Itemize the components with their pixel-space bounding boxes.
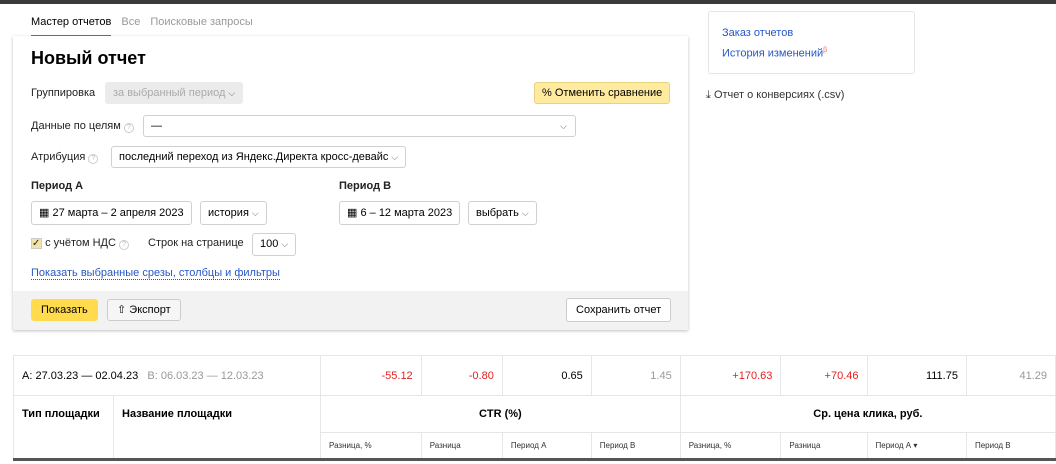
summary-cell: 0.65 bbox=[501, 355, 592, 396]
goals-label: Данные по целям? bbox=[31, 120, 134, 133]
calendar-icon: ▦ bbox=[347, 207, 358, 219]
col-cpc-period-b[interactable]: Период В bbox=[965, 432, 1056, 460]
show-selected-link[interactable]: Показать выбранные срезы, столбцы и филь… bbox=[31, 267, 280, 280]
goals-label-text: Данные по целям bbox=[31, 120, 121, 132]
tabs: Мастер отчетов Все Поисковые запросы bbox=[31, 16, 253, 37]
vat-checkbox[interactable]: ✓ с учётом НДС? bbox=[31, 237, 129, 250]
period-b-dates: 6 – 12 марта 2023 bbox=[360, 207, 453, 219]
attribution-label: Атрибуция? bbox=[31, 151, 99, 164]
col-platform-name[interactable]: Название площадки bbox=[113, 395, 321, 460]
card-footer: Показать ⇧ Экспорт Сохранить отчет bbox=[13, 291, 688, 330]
report-orders-link[interactable]: Заказ отчетов bbox=[722, 27, 793, 39]
summary-cell: 1.45 bbox=[590, 355, 681, 396]
chevron-down-icon: ⌵ bbox=[251, 208, 259, 218]
col-ctr-diff-pct[interactable]: Разница, % bbox=[320, 432, 422, 460]
checkmark-icon: ✓ bbox=[31, 238, 42, 249]
summary-cell: -55.12 bbox=[320, 355, 422, 396]
chevron-down-icon: ⌵ bbox=[560, 121, 567, 131]
attribution-label-text: Атрибуция bbox=[31, 151, 86, 163]
show-button[interactable]: Показать bbox=[31, 299, 98, 321]
group-cpc: Ср. цена клика, руб. bbox=[679, 395, 1056, 433]
chevron-down-icon: ⌵ bbox=[228, 88, 236, 98]
rows-select[interactable]: 100 ⌵ bbox=[252, 233, 297, 256]
top-bar bbox=[0, 0, 1056, 4]
change-history-link[interactable]: История измененийβ bbox=[722, 47, 827, 60]
tab-all[interactable]: Все bbox=[121, 16, 140, 37]
help-icon[interactable]: ? bbox=[118, 240, 129, 250]
period-b-mode: выбрать bbox=[476, 207, 519, 219]
period-a-label: Период А bbox=[31, 180, 84, 192]
cancel-compare-button[interactable]: % Отменить сравнение bbox=[534, 82, 671, 104]
summary-row: А: 27.03.23 — 02.04.23 В: 06.03.23 — 12.… bbox=[13, 355, 1056, 396]
attribution-select[interactable]: последний переход из Яндекс.Директа крос… bbox=[111, 146, 407, 168]
grouping-value: за выбранный период bbox=[113, 87, 226, 99]
export-button[interactable]: ⇧ Экспорт bbox=[107, 299, 181, 321]
beta-badge: β bbox=[823, 47, 828, 54]
help-icon[interactable]: ? bbox=[123, 123, 134, 133]
col-ctr-period-b[interactable]: Период В bbox=[590, 432, 681, 460]
period-a-mode-select[interactable]: история ⌵ bbox=[200, 201, 267, 225]
download-icon: ⤓ bbox=[706, 89, 711, 101]
page-title: Новый отчет bbox=[31, 48, 146, 68]
percent-icon: % bbox=[542, 87, 552, 99]
period-b-date-picker[interactable]: ▦ 6 – 12 марта 2023 bbox=[339, 201, 461, 225]
export-label: Экспорт bbox=[129, 304, 171, 316]
col-ctr-diff[interactable]: Разница bbox=[420, 432, 503, 460]
summary-cell: +170.63 bbox=[679, 355, 782, 396]
side-links-panel: Заказ отчетов История измененийβ bbox=[708, 11, 915, 74]
chevron-down-icon: ⌵ bbox=[521, 208, 529, 218]
period-a-date-picker[interactable]: ▦ 27 марта – 2 апреля 2023 bbox=[31, 201, 192, 225]
rows-value: 100 bbox=[260, 238, 279, 250]
change-history-label: История изменений bbox=[722, 47, 824, 60]
col-cpc-diff-pct[interactable]: Разница, % bbox=[679, 432, 782, 460]
col-cpc-diff[interactable]: Разница bbox=[780, 432, 868, 460]
summary-cell: +70.46 bbox=[780, 355, 868, 396]
summary-period-a: А: 27.03.23 — 02.04.23 bbox=[22, 369, 139, 382]
summary-cell: -0.80 bbox=[420, 355, 503, 396]
period-b-label: Период В bbox=[339, 180, 392, 192]
period-a-mode: история bbox=[208, 207, 249, 219]
group-ctr: CTR (%) bbox=[320, 395, 681, 433]
goals-value: — bbox=[151, 120, 162, 132]
cancel-compare-label: Отменить сравнение bbox=[554, 87, 663, 99]
calendar-icon: ▦ bbox=[39, 207, 50, 219]
report-card: Новый отчет Группировка за выбранный пер… bbox=[13, 36, 688, 330]
grouping-select[interactable]: за выбранный период ⌵ bbox=[105, 82, 244, 104]
attribution-value: последний переход из Яндекс.Директа крос… bbox=[119, 151, 389, 163]
help-icon[interactable]: ? bbox=[88, 154, 99, 164]
summary-cell: 111.75 bbox=[866, 355, 967, 396]
tab-report-master[interactable]: Мастер отчетов bbox=[31, 16, 112, 37]
goals-select[interactable]: — ⌵ bbox=[143, 115, 576, 137]
period-a-dates: 27 марта – 2 апреля 2023 bbox=[52, 207, 184, 219]
vat-label: с учётом НДС bbox=[45, 237, 116, 249]
col-platform-type[interactable]: Тип площадки bbox=[13, 395, 114, 460]
summary-period-b: В: 06.03.23 — 12.03.23 bbox=[147, 369, 264, 382]
summary-periods: А: 27.03.23 — 02.04.23 В: 06.03.23 — 12.… bbox=[13, 355, 321, 396]
summary-cell: 41.29 bbox=[965, 355, 1056, 396]
conversions-csv-link[interactable]: ⤓ Отчет о конверсиях (.csv) bbox=[706, 89, 844, 102]
col-cpc-period-a[interactable]: Период А ▾ bbox=[866, 432, 967, 460]
chevron-down-icon: ⌵ bbox=[391, 152, 399, 162]
save-report-button[interactable]: Сохранить отчет bbox=[566, 298, 672, 322]
header-row: Тип площадки Название площадки CTR (%) С… bbox=[13, 395, 1056, 460]
csv-label: Отчет о конверсиях (.csv) bbox=[713, 89, 845, 101]
tab-search-queries[interactable]: Поисковые запросы bbox=[150, 16, 252, 37]
upload-icon: ⇧ bbox=[117, 304, 127, 316]
rows-label: Строк на странице bbox=[148, 237, 244, 249]
chevron-down-icon: ⌵ bbox=[281, 239, 289, 249]
col-ctr-period-a[interactable]: Период А bbox=[501, 432, 592, 460]
period-b-mode-select[interactable]: выбрать ⌵ bbox=[468, 201, 537, 225]
report-table: А: 27.03.23 — 02.04.23 В: 06.03.23 — 12.… bbox=[13, 355, 1056, 461]
grouping-label: Группировка bbox=[31, 87, 96, 99]
